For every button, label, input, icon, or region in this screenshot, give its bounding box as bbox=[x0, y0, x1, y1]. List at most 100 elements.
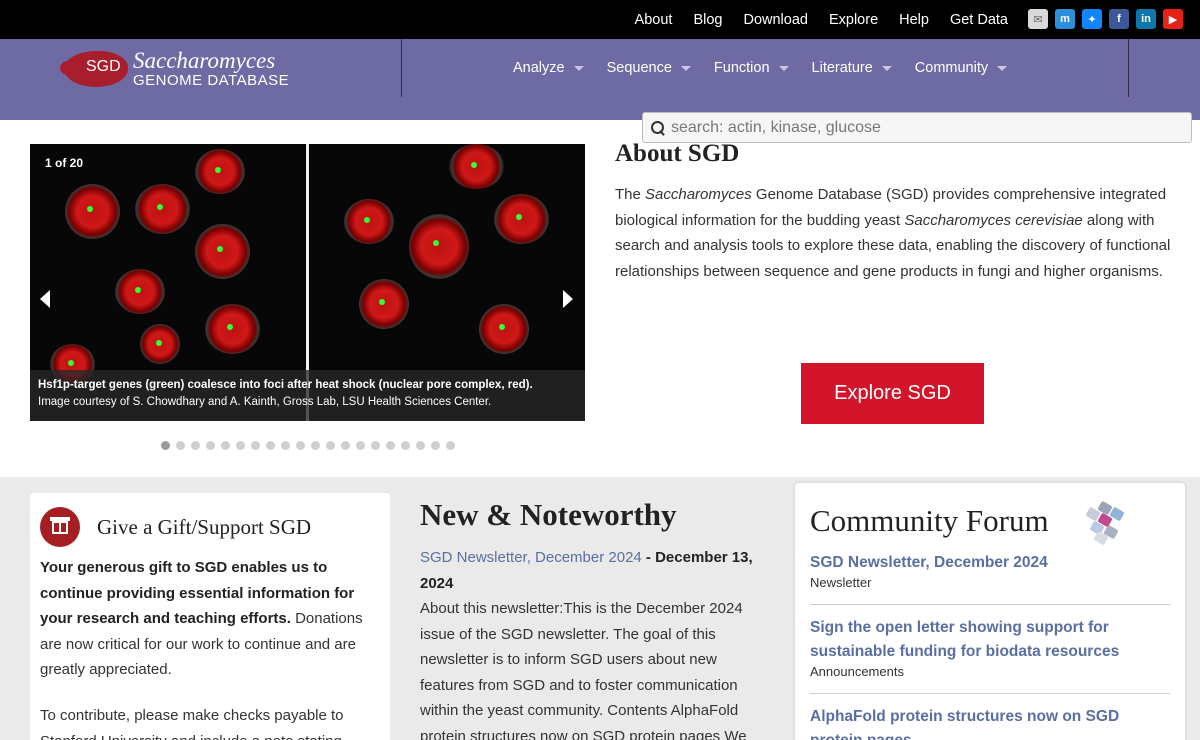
logo-title: Saccharomyces bbox=[133, 48, 276, 73]
top-utility-bar: About Blog Download Explore Help Get Dat… bbox=[0, 0, 1200, 39]
slide-dot[interactable] bbox=[386, 441, 395, 450]
forum-item[interactable]: Sign the open letter showing support for… bbox=[810, 616, 1170, 679]
forum-item-title[interactable]: AlphaFold protein structures now on SGD … bbox=[810, 705, 1170, 740]
slide-dot[interactable] bbox=[266, 441, 275, 450]
link-about[interactable]: About bbox=[635, 12, 673, 28]
gift-text: Your generous gift to SGD enables us to … bbox=[40, 555, 382, 683]
slide-dot[interactable] bbox=[416, 441, 425, 450]
nav-function[interactable]: Function bbox=[714, 60, 789, 76]
nav-literature[interactable]: Literature bbox=[812, 60, 892, 76]
gift-text-2: To contribute, please make checks payabl… bbox=[40, 707, 344, 740]
cell-spot bbox=[494, 194, 549, 244]
slide-dots bbox=[161, 441, 455, 450]
youtube-icon[interactable]: ▶ bbox=[1163, 9, 1183, 29]
nav-label: Community bbox=[914, 60, 989, 76]
search-input[interactable] bbox=[671, 118, 1171, 137]
cell-spot bbox=[195, 224, 250, 279]
slide-dot[interactable] bbox=[296, 441, 305, 450]
slide-dot[interactable] bbox=[401, 441, 410, 450]
news-text: About this newsletter:This is the Decemb… bbox=[420, 600, 747, 740]
cell-spot bbox=[65, 184, 120, 239]
chevron-down-icon bbox=[573, 65, 584, 71]
slide-dot[interactable] bbox=[311, 441, 320, 450]
cell-spot bbox=[115, 269, 165, 314]
main-nav: Analyze Sequence Function Literature Com… bbox=[513, 39, 1030, 97]
cell-spot bbox=[479, 304, 529, 354]
forum-separator bbox=[810, 604, 1170, 605]
slide-dot[interactable] bbox=[161, 441, 170, 450]
nav-sequence[interactable]: Sequence bbox=[607, 60, 691, 76]
cell-spot bbox=[195, 149, 245, 194]
link-download[interactable]: Download bbox=[743, 12, 808, 28]
nav-analyze[interactable]: Analyze bbox=[513, 60, 584, 76]
slide-dot[interactable] bbox=[206, 441, 215, 450]
about-title: About SGD bbox=[615, 140, 740, 167]
search-icon[interactable] bbox=[651, 120, 665, 135]
gift-icon bbox=[40, 507, 80, 547]
slide-dot[interactable] bbox=[431, 441, 440, 450]
mastodon-icon[interactable]: m bbox=[1055, 9, 1075, 29]
cell-spot bbox=[135, 184, 190, 234]
link-get-data[interactable]: Get Data bbox=[950, 12, 1008, 28]
nav-label: Sequence bbox=[606, 60, 672, 76]
slide-dot[interactable] bbox=[251, 441, 260, 450]
about-text-italic: Saccharomyces bbox=[645, 186, 752, 203]
slide-dot[interactable] bbox=[371, 441, 380, 450]
chevron-down-icon bbox=[680, 65, 691, 71]
link-explore[interactable]: Explore bbox=[829, 12, 878, 28]
linkedin-icon[interactable]: in bbox=[1136, 9, 1156, 29]
link-blog[interactable]: Blog bbox=[693, 12, 722, 28]
about-text: The Saccharomyces Genome Database (SGD) … bbox=[615, 182, 1175, 284]
nav-community[interactable]: Community bbox=[914, 60, 1008, 76]
cell-spot bbox=[344, 199, 394, 244]
utility-links: About Blog Download Explore Help Get Dat… bbox=[614, 0, 1008, 39]
slide-dot[interactable] bbox=[326, 441, 335, 450]
news-body: SGD Newsletter, December 2024 - December… bbox=[420, 545, 772, 740]
gift-title: Give a Gift/Support SGD bbox=[97, 515, 312, 539]
forum-item-category: Announcements bbox=[810, 664, 904, 679]
forum-item[interactable]: AlphaFold protein structures now on SGD … bbox=[810, 705, 1170, 740]
slide-counter: 1 of 20 bbox=[45, 156, 84, 170]
forum-separator bbox=[810, 693, 1170, 694]
facebook-icon[interactable]: f bbox=[1109, 9, 1129, 29]
bluesky-icon[interactable]: ✦ bbox=[1082, 9, 1102, 29]
logo-subtitle: GENOME DATABASE bbox=[133, 72, 290, 89]
slide-dot[interactable] bbox=[191, 441, 200, 450]
link-help[interactable]: Help bbox=[899, 12, 929, 28]
chevron-down-icon bbox=[997, 65, 1008, 71]
slide-dot[interactable] bbox=[356, 441, 365, 450]
slide-dot[interactable] bbox=[221, 441, 230, 450]
community-forum-card: Community Forum SGD Newsletter, December… bbox=[795, 483, 1185, 740]
gift-card: Give a Gift/Support SGD Your generous gi… bbox=[30, 493, 390, 740]
nav-divider bbox=[401, 39, 402, 97]
news-title: New & Noteworthy bbox=[420, 497, 677, 532]
slide-dot[interactable] bbox=[446, 441, 455, 450]
cell-spot bbox=[205, 304, 260, 354]
explore-sgd-button[interactable]: Explore SGD bbox=[801, 363, 984, 424]
nav-label: Function bbox=[713, 60, 770, 76]
slide-dot[interactable] bbox=[176, 441, 185, 450]
social-links: ✉ m ✦ f in ▶ bbox=[1028, 9, 1183, 29]
slide-dot[interactable] bbox=[236, 441, 245, 450]
nav-label: Analyze bbox=[513, 60, 565, 76]
slide-dot[interactable] bbox=[281, 441, 290, 450]
forum-item-title[interactable]: Sign the open letter showing support for… bbox=[810, 616, 1170, 664]
slide-caption: Hsf1p-target genes (green) coalesce into… bbox=[30, 370, 585, 421]
slide-dot[interactable] bbox=[341, 441, 350, 450]
arrow-right-icon[interactable] bbox=[563, 290, 573, 308]
logo-badge: SGD bbox=[86, 58, 121, 75]
forum-item-title[interactable]: SGD Newsletter, December 2024 bbox=[810, 551, 1170, 575]
sgd-logo[interactable]: SGD Saccharomyces GENOME DATABASE bbox=[60, 48, 294, 90]
cell-spot bbox=[359, 279, 409, 329]
forum-item-category: Newsletter bbox=[810, 575, 872, 590]
chevron-down-icon bbox=[881, 65, 892, 71]
forum-logo-icon bbox=[1085, 500, 1131, 546]
about-text-italic: Saccharomyces cerevisiae bbox=[904, 211, 1083, 229]
forum-item[interactable]: SGD Newsletter, December 2024 Newsletter bbox=[810, 551, 1170, 590]
nav-divider bbox=[1128, 39, 1129, 97]
email-icon[interactable]: ✉ bbox=[1028, 9, 1048, 29]
search-box bbox=[642, 112, 1192, 143]
news-link[interactable]: SGD Newsletter, December 2024 bbox=[420, 549, 642, 566]
forum-title: Community Forum bbox=[810, 503, 1049, 538]
arrow-left-icon[interactable] bbox=[40, 290, 50, 308]
